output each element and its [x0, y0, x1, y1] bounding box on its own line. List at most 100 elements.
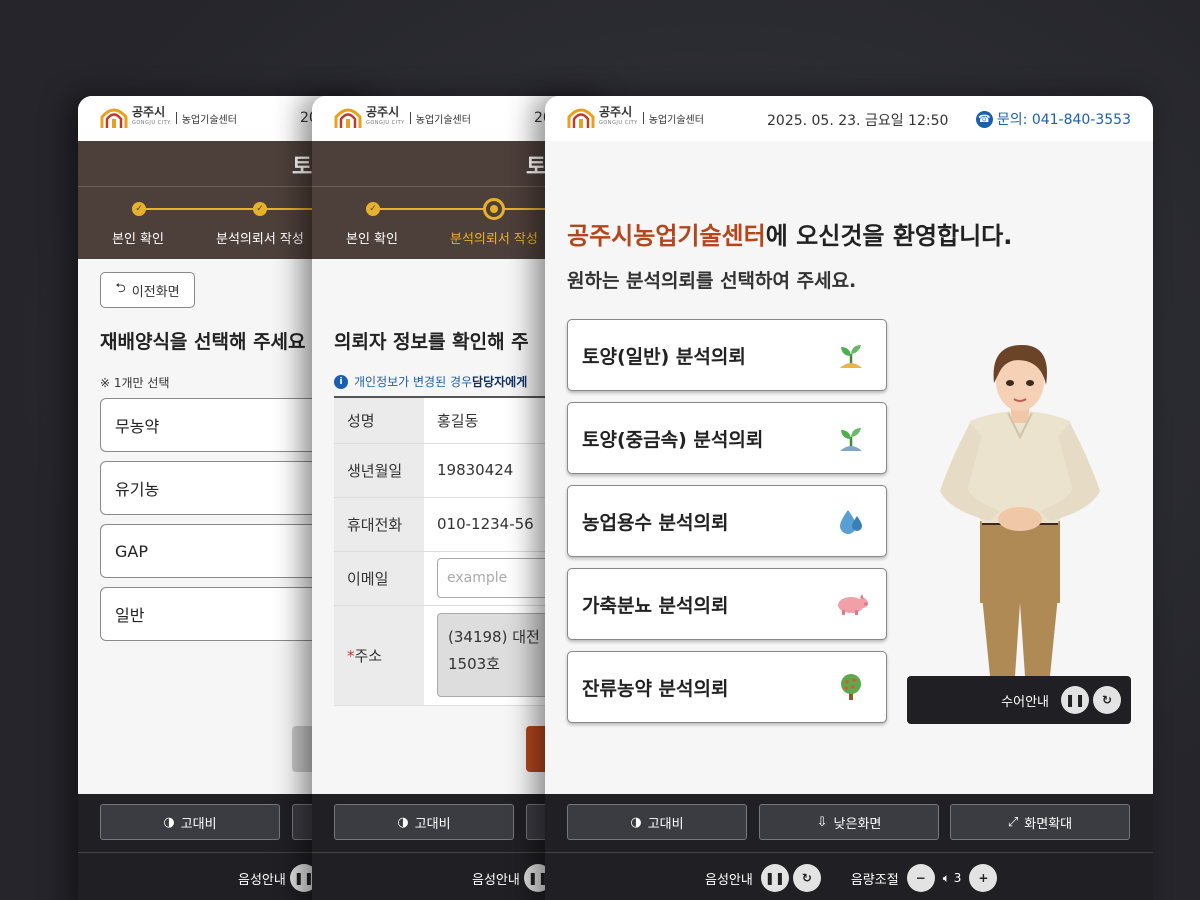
top-bar: 공주시 GONGJU CITY 농업기술센터 2025. 05. 23. 금요일 …: [545, 96, 1153, 141]
info-notice: i 개인정보가 변경된 경우 담당자에게: [334, 373, 527, 390]
back-button-label: 이전화면: [131, 284, 180, 300]
logo-city: 공주시 GONGJU CITY: [366, 105, 405, 126]
kiosk-screen-home: 공주시 GONGJU CITY 농업기술센터 2025. 05. 23. 금요일 …: [545, 96, 1153, 900]
sprout-icon: [840, 428, 862, 451]
high-contrast-label: 고대비: [647, 816, 684, 832]
logo-city: 공주시 GONGJU CITY: [132, 105, 171, 126]
step-check-icon: ✓: [366, 202, 380, 216]
contrast-icon: ◑: [397, 814, 409, 830]
menu-livestock-manure[interactable]: 가축분뇨 분석의뢰: [567, 568, 887, 640]
step-label-request: 분석의뢰서 작성: [216, 232, 304, 247]
sign-language-guide: 수어안내 ❚❚ ↻: [907, 676, 1131, 724]
zoom-screen-button[interactable]: ⤢ 화면확대: [950, 804, 1130, 840]
selection-note: ※ 1개만 선택: [100, 376, 170, 390]
zoom-icon: ⤢: [1007, 814, 1019, 830]
step-label-request-active: 분석의뢰서 작성: [450, 232, 538, 247]
email-label: 이메일: [334, 551, 424, 606]
high-contrast-button[interactable]: ◑ 고대비: [567, 804, 747, 840]
bar-divider: [545, 852, 1153, 853]
menu-label: 가축분뇨 분석의뢰: [582, 594, 729, 617]
option-general[interactable]: 일반: [100, 587, 340, 641]
gongju-logo-icon: [100, 108, 128, 128]
section-heading: 재배양식을 선택해 주세요: [100, 331, 306, 353]
voice-guide-label: 음성안내: [705, 872, 753, 888]
option-organic-free[interactable]: 무농약: [100, 398, 340, 452]
volume-up-icon[interactable]: +: [969, 864, 998, 892]
menu-label: 토양(일반) 분석의뢰: [582, 345, 746, 368]
high-contrast-button[interactable]: ◑ 고대비: [100, 804, 280, 840]
welcome-highlight: 공주시농업기술센터: [567, 222, 766, 250]
menu-agricultural-water[interactable]: 농업용수 분석의뢰: [567, 485, 887, 557]
page-title-partial: 토: [292, 155, 313, 180]
logo-center: 농업기술센터: [181, 114, 237, 126]
welcome-rest: 에 오신것을 환영합니다.: [765, 222, 1013, 250]
address-field[interactable]: (34198) 대전 1503호: [437, 613, 557, 697]
address-label: *주소: [334, 605, 424, 706]
logo-center: 농업기술센터: [648, 114, 704, 126]
voice-guide-label: 음성안내: [472, 872, 520, 888]
replay-icon[interactable]: ↻: [1093, 686, 1121, 714]
volume-down-icon[interactable]: −: [906, 864, 935, 892]
menu-soil-general[interactable]: 토양(일반) 분석의뢰: [567, 319, 887, 391]
accessibility-bar: ◑ 고대비 ⇩ 낮은화면 ⤢ 화면확대 음성안내 ❚❚ ↻ 음량조절 − 🔈︎ 3 +: [545, 794, 1153, 900]
voice-guide: 음성안내 ❚❚: [238, 864, 318, 892]
page-title-partial: 토: [526, 155, 547, 180]
name-label: 성명: [334, 397, 424, 444]
pig-icon: [838, 594, 868, 615]
pause-icon[interactable]: ❚❚: [760, 864, 789, 892]
logo-divider: [175, 112, 177, 124]
back-button[interactable]: ⮌ 이전화면: [100, 272, 195, 308]
logo-city: 공주시 GONGJU CITY: [599, 105, 638, 126]
back-arrow-icon: ⮌: [115, 281, 126, 296]
voice-guide-label: 음성안내: [238, 872, 286, 888]
datetime: 2025. 05. 23. 금요일 12:50: [767, 113, 949, 129]
required-mark: *: [347, 646, 355, 665]
birth-label: 생년월일: [334, 443, 424, 498]
menu-label: 토양(중금속) 분석의뢰: [582, 428, 764, 451]
step-check-icon: ✓: [253, 202, 267, 216]
menu-label: 농업용수 분석의뢰: [582, 511, 729, 534]
option-organic[interactable]: 유기농: [100, 461, 340, 515]
menu-soil-heavy-metal[interactable]: 토양(중금속) 분석의뢰: [567, 402, 887, 474]
water-drop-icon: [840, 510, 862, 534]
info-icon: i: [334, 374, 348, 389]
phone-icon: ☎: [975, 110, 993, 128]
logo-center: 농업기술센터: [415, 114, 471, 126]
contrast-icon: ◑: [163, 814, 175, 830]
high-contrast-label: 고대비: [180, 816, 217, 832]
contrast-icon: ◑: [630, 814, 642, 830]
volume-label: 음량조절: [850, 872, 899, 888]
welcome-title: 공주시농업기술센터에 오신것을 환영합니다.: [567, 216, 1012, 251]
sign-language-avatar: [940, 345, 1100, 676]
step-label-identity: 본인 확인: [346, 232, 398, 247]
low-screen-icon: ⇩: [816, 814, 828, 830]
sprout-icon: [840, 345, 862, 368]
menu-pesticide-residue[interactable]: 잔류농약 분석의뢰: [567, 651, 887, 723]
contact-link[interactable]: ☎ 문의: 041-840-3553: [975, 109, 1131, 129]
low-screen-label: 낮은화면: [833, 816, 882, 832]
logo: 공주시 GONGJU CITY 농업기술센터: [334, 106, 471, 130]
tree-icon: [841, 674, 861, 700]
contact-label: 문의: 041-840-3553: [996, 112, 1131, 128]
email-field[interactable]: example: [437, 558, 557, 598]
high-contrast-label: 고대비: [414, 816, 451, 832]
sign-language-label: 수어안내: [1001, 694, 1049, 710]
info-text-bold: 담당자에게: [472, 375, 528, 389]
pause-icon[interactable]: ❚❚: [1061, 686, 1089, 714]
gongju-logo-icon: [334, 108, 362, 128]
high-contrast-button[interactable]: ◑ 고대비: [334, 804, 514, 840]
logo-divider: [409, 112, 411, 124]
info-text: 개인정보가 변경된 경우: [354, 375, 473, 389]
voice-guide: 음성안내 ❚❚ ↻ 음량조절 − 🔈︎ 3 +: [705, 864, 998, 892]
option-gap[interactable]: GAP: [100, 524, 340, 578]
gongju-logo-icon: [567, 108, 595, 128]
welcome-subtitle: 원하는 분석의뢰를 선택하여 주세요.: [567, 270, 857, 292]
logo: 공주시 GONGJU CITY 농업기술센터: [567, 106, 704, 130]
logo-divider: [642, 112, 644, 124]
section-heading: 의뢰자 정보를 확인해 주: [334, 331, 529, 353]
menu-label: 잔류농약 분석의뢰: [582, 677, 729, 700]
speaker-icon: 🔈︎: [942, 870, 950, 885]
replay-icon[interactable]: ↻: [792, 864, 821, 892]
low-screen-button[interactable]: ⇩ 낮은화면: [759, 804, 939, 840]
logo: 공주시 GONGJU CITY 농업기술센터: [100, 106, 237, 130]
